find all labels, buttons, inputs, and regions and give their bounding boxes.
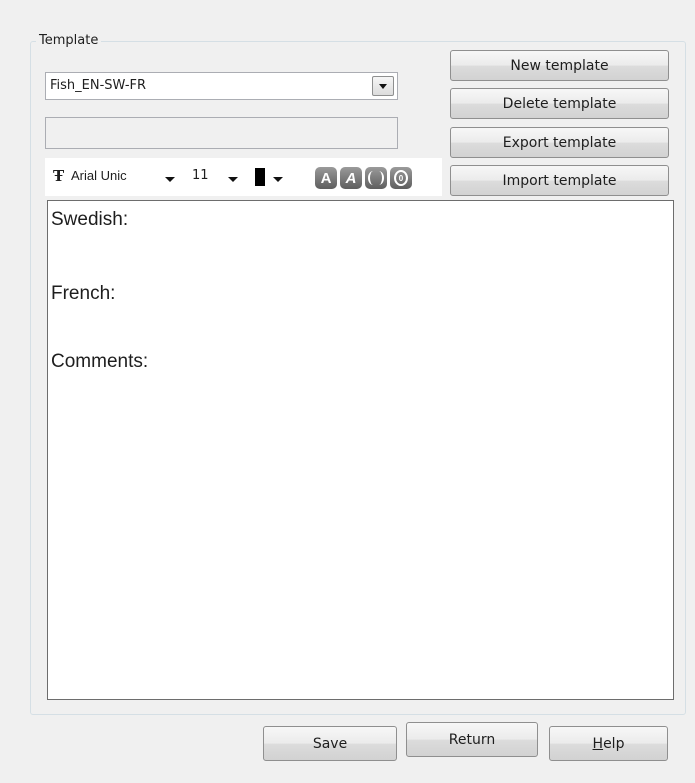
font-select[interactable]: Arial Unic — [71, 168, 127, 183]
editor-line: Swedish: — [51, 209, 129, 230]
parentheses-button[interactable] — [365, 167, 387, 189]
font-size-select[interactable]: 11 — [192, 168, 209, 183]
editor-line: French: — [51, 283, 116, 304]
parentheses-icon — [368, 171, 384, 185]
circle-label: 0 — [398, 173, 404, 183]
chevron-down-icon — [379, 83, 387, 89]
bold-button[interactable]: A — [315, 167, 337, 189]
color-dropdown-icon[interactable] — [273, 177, 283, 182]
font-dropdown-icon[interactable] — [165, 177, 175, 182]
text-color-swatch[interactable] — [255, 168, 265, 186]
font-icon: Ŧ — [53, 167, 65, 185]
help-mnemonic: H — [592, 735, 604, 752]
format-toolbar: Ŧ Arial Unic 11 A A 0 — [45, 158, 442, 196]
dropdown-button[interactable] — [372, 76, 394, 96]
circle-icon: 0 — [394, 170, 408, 186]
save-button[interactable]: Save — [263, 726, 397, 761]
editor-line: Comments: — [51, 351, 149, 372]
help-label: elp — [603, 735, 625, 752]
template-name-field — [45, 117, 398, 149]
circle-button[interactable]: 0 — [390, 167, 412, 189]
template-editor[interactable]: Swedish: French: Comments: — [47, 200, 674, 700]
import-template-button[interactable]: Import template — [450, 165, 669, 196]
delete-template-button[interactable]: Delete template — [450, 88, 669, 119]
template-select[interactable]: Fish_EN-SW-FR — [45, 72, 398, 100]
new-template-button[interactable]: New template — [450, 50, 669, 81]
size-dropdown-icon[interactable] — [228, 177, 238, 182]
italic-button[interactable]: A — [340, 167, 362, 189]
return-button[interactable]: Return — [406, 722, 538, 757]
template-select-value: Fish_EN-SW-FR — [50, 78, 147, 93]
group-title: Template — [36, 33, 102, 49]
help-button[interactable]: Help — [549, 726, 668, 761]
export-template-button[interactable]: Export template — [450, 127, 669, 158]
